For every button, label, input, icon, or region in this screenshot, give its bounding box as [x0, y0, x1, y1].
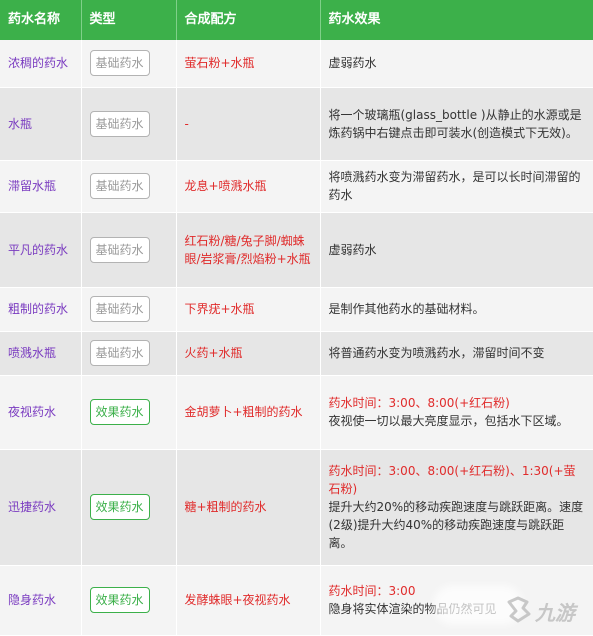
potion-name: 粗制的药水 [0, 287, 82, 332]
table-row: 迅捷药水 效果药水 糖+粗制的药水 药水时间：3:00、8:00(+红石粉)、1… [0, 449, 593, 566]
type-cell: 基础药水 [81, 212, 177, 288]
effect-cell: 虚弱药水 [320, 212, 593, 288]
effect-text: 将喷溅药水变为滞留药水，是可以长时间滞留的药水 [328, 170, 581, 202]
effect-text: 是制作其他药水的基础材料。 [328, 302, 485, 316]
potion-name: 隐身药水 [0, 565, 82, 636]
table-row: 水瓶 基础药水 - 将一个玻璃瓶(glass_bottle )从静止的水源或是炼… [0, 87, 593, 161]
table-row: 夜视药水 效果药水 金胡萝卜+粗制的药水 药水时间：3:00、8:00(+红石粉… [0, 375, 593, 450]
table-header-row: 药水名称 类型 合成配方 药水效果 [0, 0, 593, 40]
table-row: 浓稠的药水 基础药水 萤石粉+水瓶 虚弱药水 [0, 40, 593, 88]
header-type: 类型 [81, 0, 177, 40]
potion-name: 喷溅水瓶 [0, 331, 82, 376]
potion-name: 水瓶 [0, 87, 82, 161]
table-row: 平凡的药水 基础药水 红石粉/糖/兔子脚/蜘蛛眼/岩浆膏/烈焰粉+水瓶 虚弱药水 [0, 212, 593, 288]
effect-cell: 药水时间：3:00、8:00(+红石粉) 夜视使一切以最大亮度显示，包括水下区域。 [320, 375, 593, 450]
recipe-cell: 龙息+喷溅水瓶 [176, 160, 321, 213]
potion-name: 迅捷药水 [0, 449, 82, 566]
effect-cell: 虚弱药水 [320, 40, 593, 88]
effect-text: 将一个玻璃瓶(glass_bottle )从静止的水源或是炼药锅中右键点击即可装… [328, 107, 582, 140]
table-row: 粗制的药水 基础药水 下界疣+水瓶 是制作其他药水的基础材料。 [0, 287, 593, 332]
recipe-cell: 发酵蛛眼+夜视药水 [176, 565, 321, 636]
duration-text: 药水时间：3:00、8:00(+红石粉)、1:30(+萤石粉) [328, 464, 576, 496]
table-row: 喷溅水瓶 基础药水 火药+水瓶 将普通药水变为喷溅药水，滞留时间不变 [0, 331, 593, 376]
effect-cell: 将一个玻璃瓶(glass_bottle )从静止的水源或是炼药锅中右键点击即可装… [320, 87, 593, 161]
effect-text: 将普通药水变为喷溅药水，滞留时间不变 [328, 346, 545, 360]
type-cell: 基础药水 [81, 87, 177, 161]
effect-cell: 药水时间：3:00、8:00(+红石粉)、1:30(+萤石粉) 提升大约20%的移… [320, 449, 593, 566]
recipe-cell: 萤石粉+水瓶 [176, 40, 321, 88]
type-cell: 基础药水 [81, 160, 177, 213]
recipe-cell: 下界疣+水瓶 [176, 287, 321, 332]
recipe-cell: 金胡萝卜+粗制的药水 [176, 375, 321, 450]
header-name: 药水名称 [0, 0, 82, 40]
type-cell: 效果药水 [81, 565, 177, 636]
type-badge: 效果药水 [89, 494, 150, 520]
effect-cell: 将普通药水变为喷溅药水，滞留时间不变 [320, 331, 593, 376]
potion-name: 浓稠的药水 [0, 40, 82, 88]
type-cell: 基础药水 [81, 331, 177, 376]
potion-name: 滞留水瓶 [0, 160, 82, 213]
recipe-cell: 糖+粗制的药水 [176, 449, 321, 566]
recipe-cell: - [176, 87, 321, 161]
type-badge: 效果药水 [89, 399, 150, 425]
type-cell: 效果药水 [81, 449, 177, 566]
duration-text: 药水时间：3:00、8:00(+红石粉) [328, 396, 510, 410]
effect-text: 虚弱药水 [328, 242, 377, 257]
recipe-cell: 红石粉/糖/兔子脚/蜘蛛眼/岩浆膏/烈焰粉+水瓶 [176, 212, 321, 288]
effect-text: 虚弱药水 [328, 56, 377, 71]
effect-text: 夜视使一切以最大亮度显示，包括水下区域。 [328, 414, 569, 428]
type-badge: 基础药水 [89, 296, 150, 322]
effect-cell: 是制作其他药水的基础材料。 [320, 287, 593, 332]
effect-cell: 将喷溅药水变为滞留药水，是可以长时间滞留的药水 [320, 160, 593, 213]
potion-name: 平凡的药水 [0, 212, 82, 288]
type-cell: 基础药水 [81, 40, 177, 88]
potion-table: 药水名称 类型 合成配方 药水效果 浓稠的药水 基础药水 萤石粉+水瓶 虚弱药水… [0, 0, 593, 636]
type-cell: 效果药水 [81, 375, 177, 450]
type-badge: 基础药水 [89, 50, 150, 77]
type-badge: 基础药水 [89, 110, 150, 137]
type-cell: 基础药水 [81, 287, 177, 332]
type-badge: 基础药水 [89, 173, 150, 199]
type-badge: 基础药水 [89, 340, 150, 366]
type-badge: 效果药水 [89, 587, 150, 613]
recipe-cell: 火药+水瓶 [176, 331, 321, 376]
header-effect: 药水效果 [320, 0, 593, 40]
header-recipe: 合成配方 [176, 0, 321, 40]
type-badge: 基础药水 [89, 236, 150, 263]
potion-name: 夜视药水 [0, 375, 82, 450]
watermark-blur [433, 585, 523, 625]
effect-text: 提升大约20%的移动疾跑速度与跳跃距离。速度(2级)提升大约40%的移动疾跑速度… [328, 500, 584, 550]
table-row: 滞留水瓶 基础药水 龙息+喷溅水瓶 将喷溅药水变为滞留药水，是可以长时间滞留的药… [0, 160, 593, 213]
